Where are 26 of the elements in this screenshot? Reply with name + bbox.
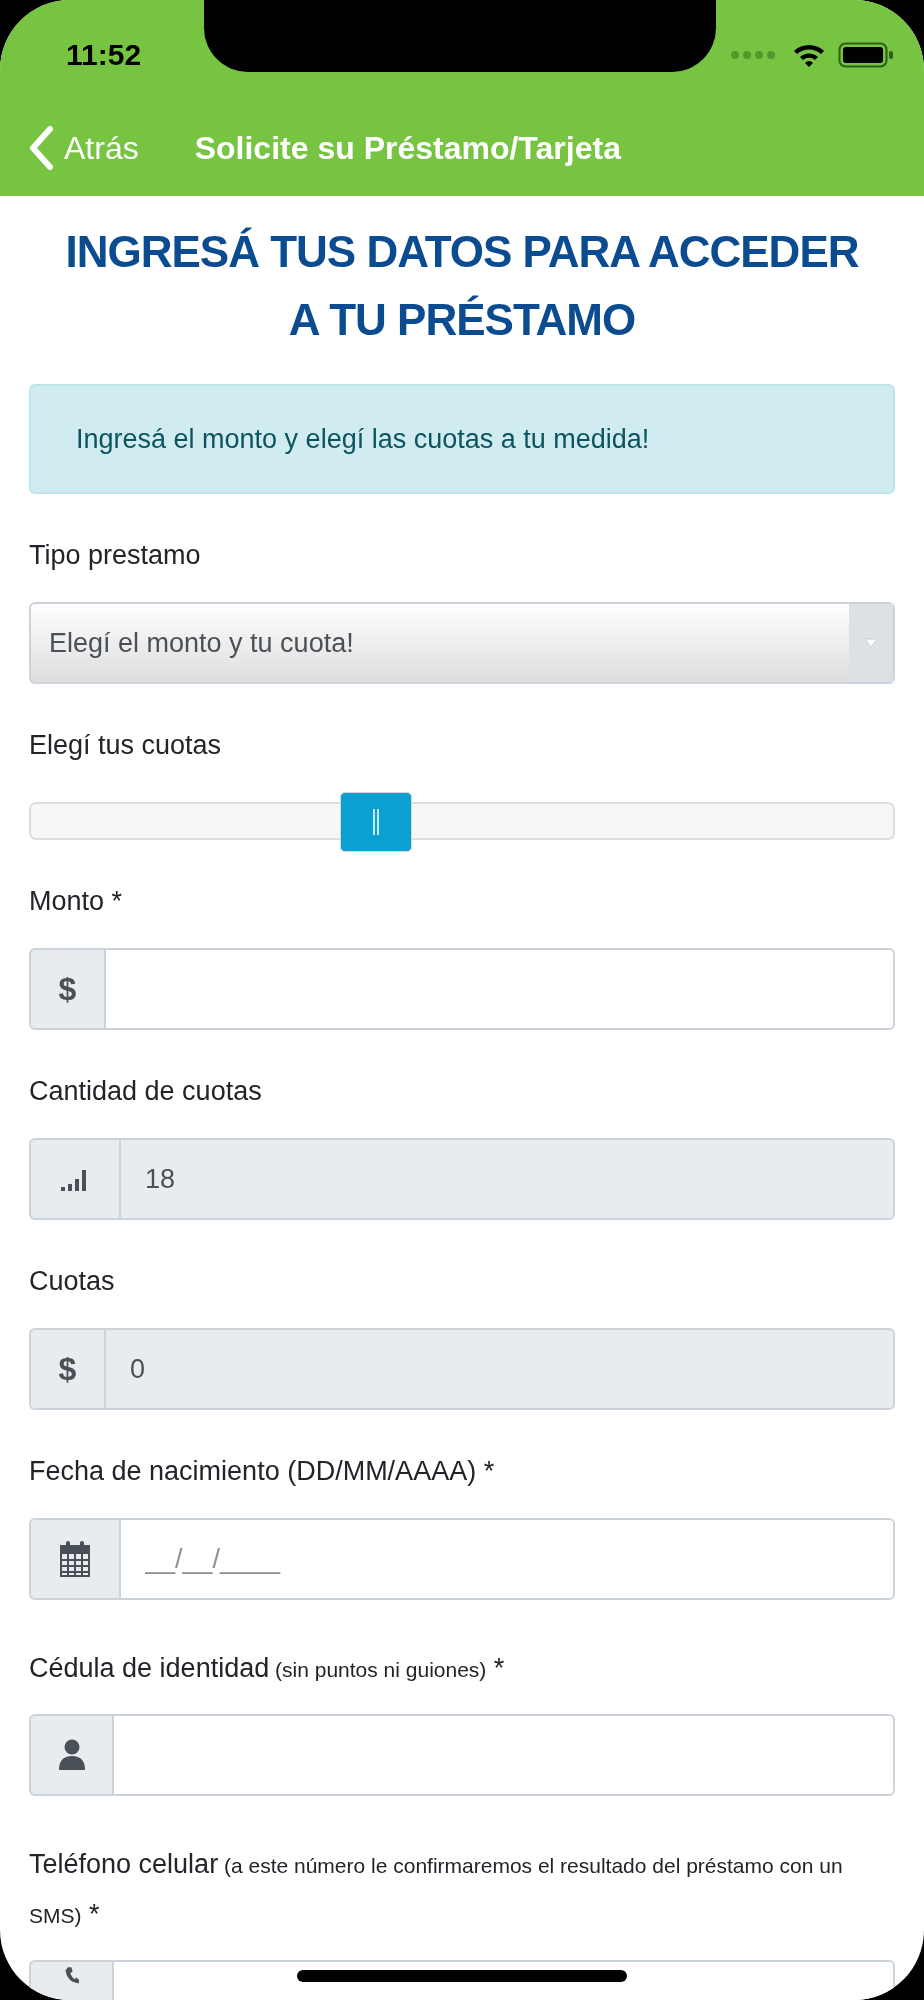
currency-addon: $ (29, 948, 104, 1030)
chevron-left-icon (28, 126, 54, 170)
battery-icon (838, 42, 894, 68)
user-icon (57, 1739, 86, 1771)
status-time: 11:52 (66, 38, 142, 72)
info-alert: Ingresá el monto y elegí las cuotas a tu medida! (29, 384, 895, 494)
phone-icon (63, 1966, 80, 1984)
page-heading: INGRESÁ TUS DATOS PARA ACCEDER A TU PRÉSTAMO (64, 226, 860, 346)
slider-thumb[interactable] (339, 792, 412, 852)
input-field[interactable] (104, 948, 895, 1030)
currency-addon: $ (29, 1328, 104, 1410)
field-label: Cédula de identidad (sin puntos ni guiones) * (29, 1652, 506, 1685)
field-label: Elegí tus cuotas (29, 729, 223, 762)
caret-down-icon (864, 638, 878, 648)
input-field[interactable]: __/__/____ (119, 1518, 895, 1600)
wifi-icon (792, 42, 826, 68)
field-label: Fecha de nacimiento (DD/MM/AAAA) * (29, 1455, 496, 1488)
loan-type-dropdown[interactable]: Elegí el monto y tu cuota! (29, 602, 895, 684)
field-label: Tipo prestamo (29, 539, 202, 572)
screen-title: Solicite su Préstamo/Tarjeta (194, 129, 621, 167)
calendar-icon (58, 1540, 92, 1578)
input-field[interactable] (112, 1714, 895, 1796)
field-label: Cuotas (29, 1265, 116, 1298)
field-label: Monto * (29, 885, 124, 918)
field-label: Cantidad de cuotas (29, 1075, 263, 1108)
field-label: Teléfono celular (a este número le confirmaremos el resultado del préstamo con un SMS) * (29, 1848, 844, 1931)
